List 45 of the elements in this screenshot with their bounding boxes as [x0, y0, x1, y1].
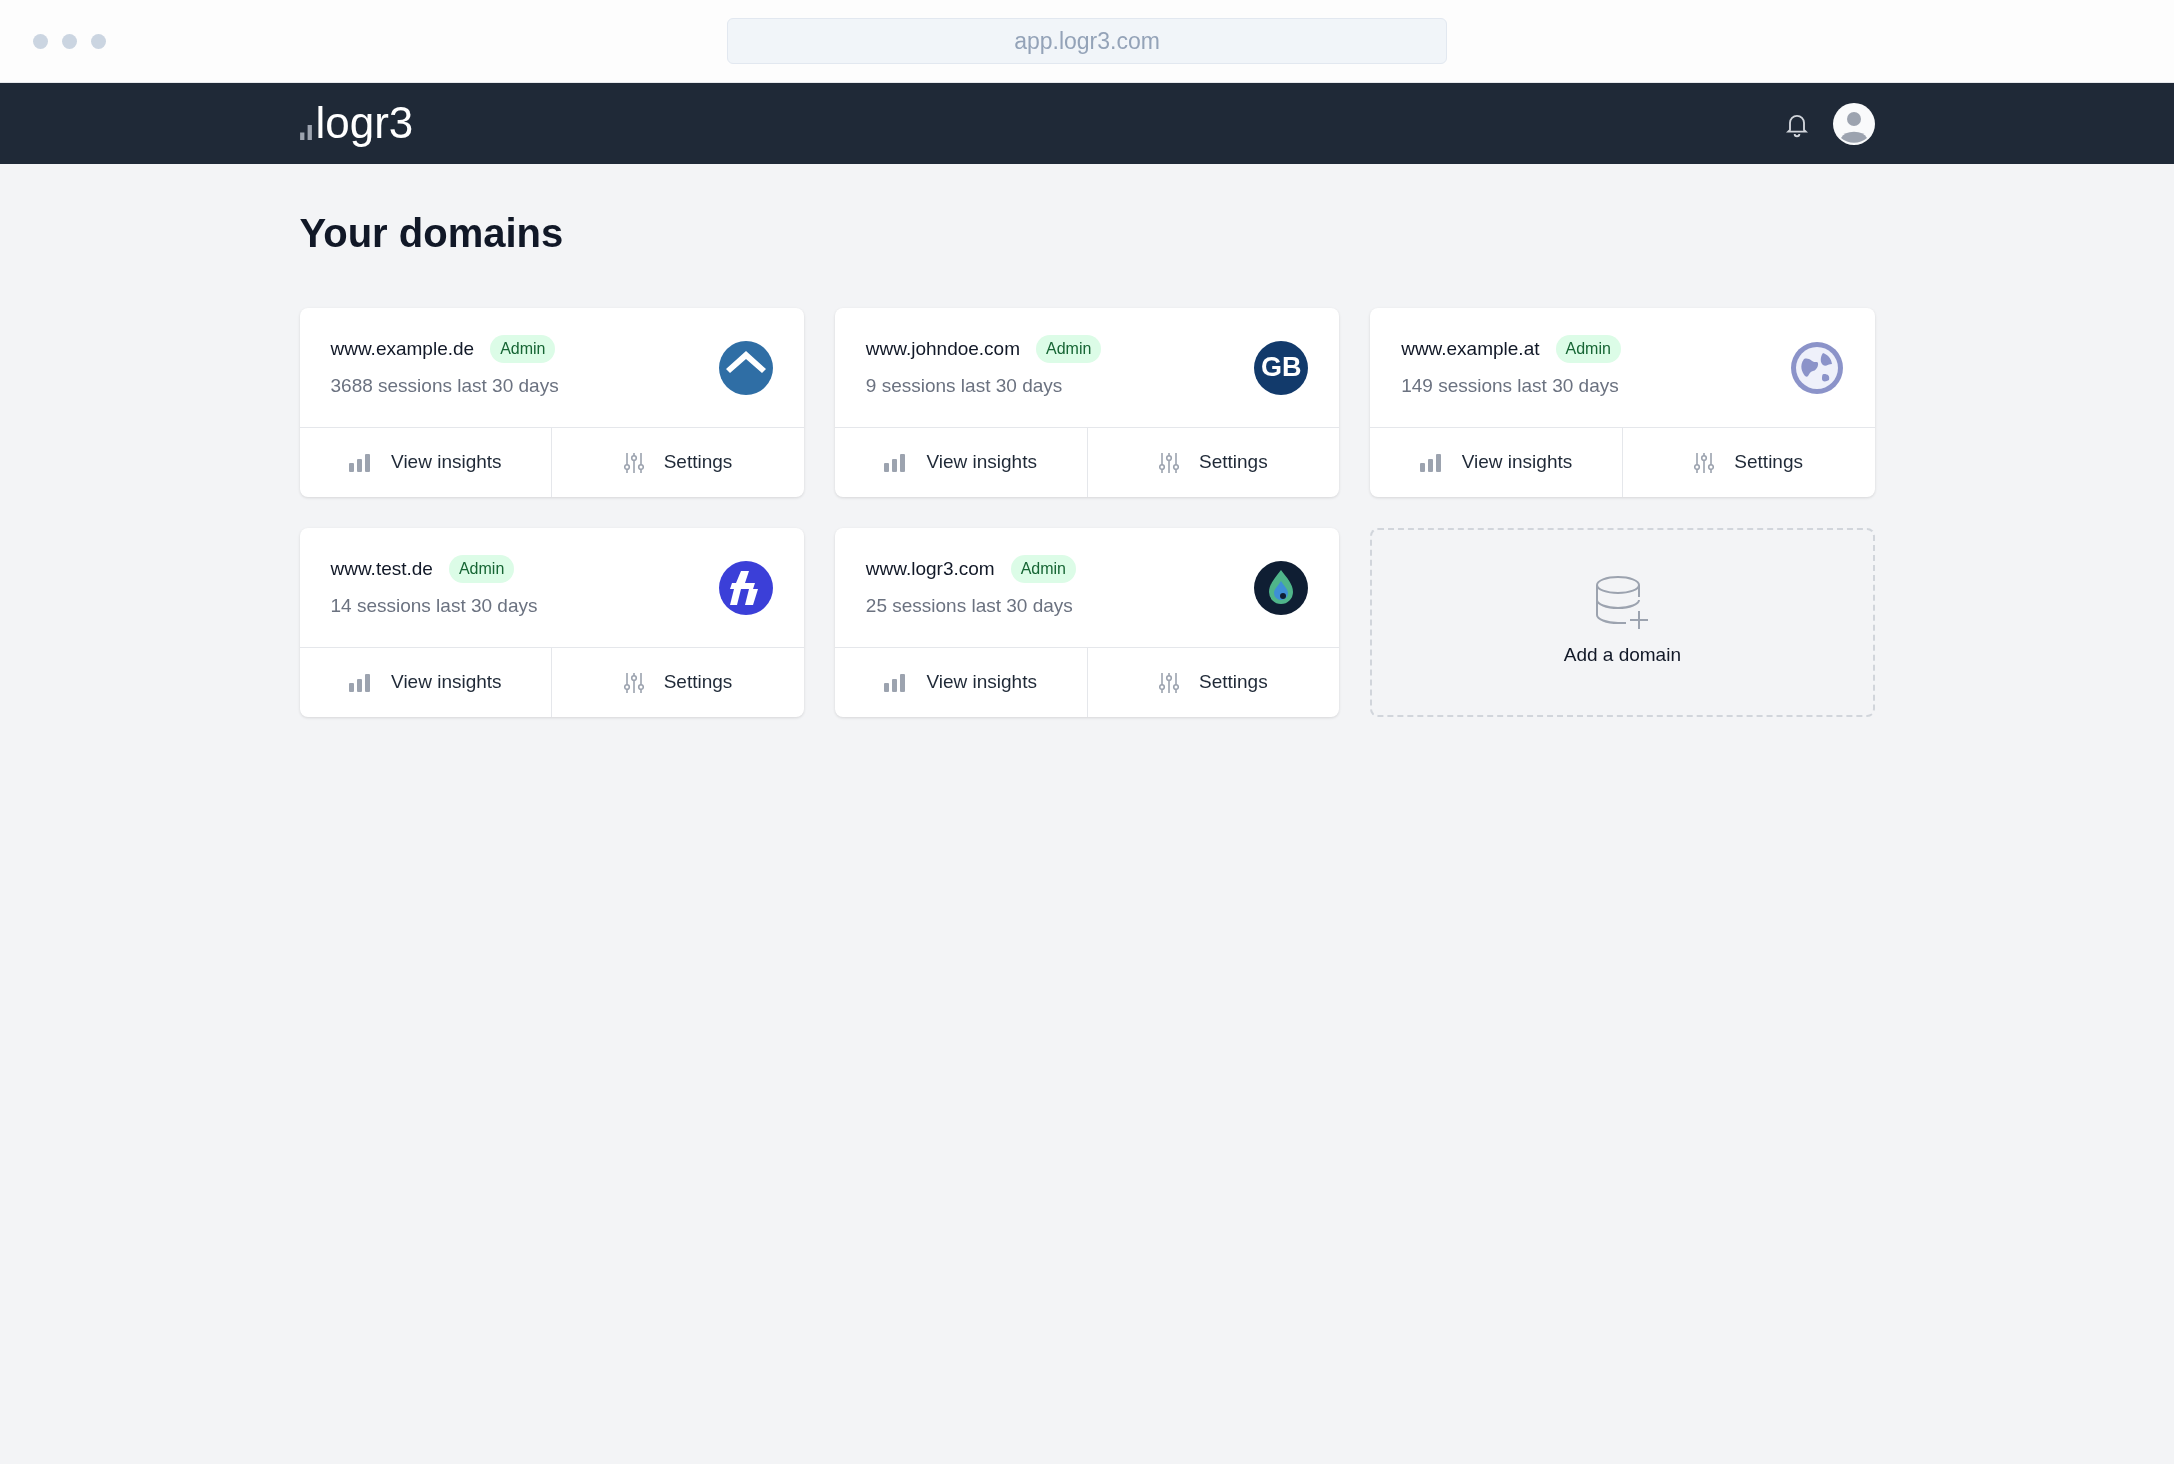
bar-chart-icon: [884, 673, 907, 692]
bar-chart-icon: [884, 453, 907, 472]
database-plus-icon: [1596, 575, 1649, 632]
settings-button[interactable]: Settings: [1086, 648, 1340, 717]
session-count: 9 sessions last 30 days: [865, 373, 1064, 398]
domain-name: www.example.at: [1401, 337, 1540, 361]
monogram-logo: GB: [1254, 340, 1309, 395]
view-insights-button[interactable]: View insights: [299, 648, 552, 717]
settings-button[interactable]: Settings: [1621, 428, 1875, 497]
sliders-icon: [1159, 451, 1179, 474]
role-badge: Admin: [1010, 555, 1076, 584]
sliders-icon: [1694, 451, 1715, 474]
add-domain-button[interactable]: Add a domain: [1370, 528, 1875, 717]
sliders-icon: [623, 451, 644, 474]
bar-chart-logo-icon: [299, 124, 312, 140]
domain-name: www.johndoe.com: [865, 337, 1021, 361]
session-count: 3688 sessions last 30 days: [330, 373, 559, 398]
role-badge: Admin: [490, 335, 556, 364]
globe-logo-icon: [1789, 340, 1844, 395]
view-insights-button[interactable]: View insights: [299, 428, 552, 497]
settings-button[interactable]: Settings: [1086, 428, 1340, 497]
sliders-icon: [623, 671, 644, 694]
session-count: 25 sessions last 30 days: [865, 593, 1074, 618]
bar-chart-icon: [1419, 453, 1442, 472]
view-insights-button[interactable]: View insights: [1370, 428, 1622, 497]
settings-button[interactable]: Settings: [551, 648, 804, 717]
domain-name: www.test.de: [330, 557, 433, 581]
domain-name: www.logr3.com: [865, 557, 995, 581]
brand-logo[interactable]: logr3: [315, 100, 414, 147]
drop-logo-icon: [1254, 560, 1309, 615]
view-insights-button[interactable]: View insights: [834, 428, 1087, 497]
page-title: Your domains: [299, 210, 565, 257]
view-insights-button[interactable]: View insights: [834, 648, 1087, 717]
sliders-icon: [1159, 671, 1179, 694]
role-badge: Admin: [448, 555, 515, 584]
settings-button[interactable]: Settings: [551, 428, 804, 497]
avatar-icon[interactable]: [1832, 102, 1875, 145]
bar-chart-icon: [349, 453, 372, 472]
domain-name: www.example.de: [330, 337, 475, 361]
bar-chart-icon: [349, 673, 372, 692]
session-count: 149 sessions last 30 days: [1401, 373, 1620, 398]
role-badge: Admin: [1555, 335, 1621, 364]
bolt-logo-icon: [718, 560, 773, 615]
session-count: 14 sessions last 30 days: [330, 593, 538, 618]
role-badge: Admin: [1036, 335, 1102, 364]
